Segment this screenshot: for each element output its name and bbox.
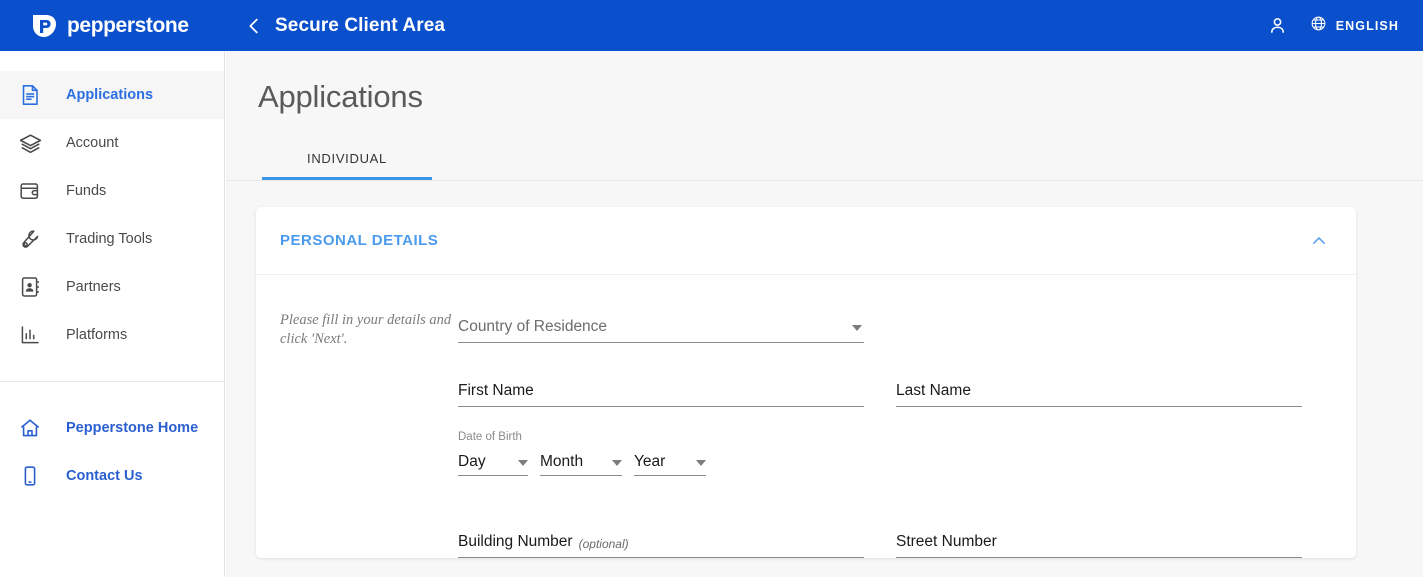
building-number-label: Building Number bbox=[458, 533, 573, 550]
sidebar-item-funds[interactable]: Funds bbox=[0, 167, 224, 215]
form-fields-column: Country of Residence First Name Last Nam… bbox=[458, 303, 1328, 558]
top-bar-actions: ENGLISH bbox=[1267, 15, 1423, 37]
sidebar-item-label: Contact Us bbox=[66, 468, 143, 484]
wrench-icon bbox=[14, 223, 46, 255]
last-name-label: Last Name bbox=[896, 382, 971, 399]
first-name-input[interactable]: First Name bbox=[458, 367, 864, 407]
sidebar-item-label: Pepperstone Home bbox=[66, 420, 199, 436]
field-row-name: First Name Last Name bbox=[458, 367, 1328, 407]
empty-slot bbox=[896, 303, 1302, 343]
sidebar-primary-group: Applications Account Funds Trading Tools… bbox=[0, 51, 224, 359]
mobile-phone-icon bbox=[14, 460, 46, 492]
row-spacer bbox=[458, 407, 1328, 431]
date-of-birth-group: Date of Birth Day Month Year bbox=[458, 431, 706, 476]
personal-details-card: PERSONAL DETAILS Please fill in your det… bbox=[256, 207, 1356, 558]
street-number-label: Street Number bbox=[896, 533, 997, 550]
sidebar: Applications Account Funds Trading Tools… bbox=[0, 51, 225, 577]
field-row-dob: Date of Birth Day Month Year bbox=[458, 431, 1328, 476]
top-bar: pepperstone Secure Client Area ENGLISH bbox=[0, 0, 1423, 51]
dob-year-value: Year bbox=[634, 453, 666, 470]
person-icon[interactable] bbox=[1267, 15, 1288, 36]
sidebar-item-account[interactable]: Account bbox=[0, 119, 224, 167]
sidebar-item-label: Partners bbox=[66, 279, 121, 295]
dob-month-select[interactable]: Month bbox=[540, 446, 622, 476]
caret-down-icon bbox=[612, 460, 622, 466]
contact-book-icon bbox=[14, 271, 46, 303]
wallet-icon bbox=[14, 175, 46, 207]
sidebar-item-label: Trading Tools bbox=[66, 231, 153, 247]
language-label: ENGLISH bbox=[1335, 18, 1399, 33]
home-icon bbox=[14, 412, 46, 444]
sidebar-item-applications[interactable]: Applications bbox=[0, 71, 224, 119]
brand-logo[interactable]: pepperstone bbox=[0, 0, 225, 51]
last-name-input[interactable]: Last Name bbox=[896, 367, 1302, 407]
main-content: Applications INDIVIDUAL PERSONAL DETAILS… bbox=[226, 51, 1423, 577]
caret-down-icon bbox=[696, 460, 706, 466]
chevron-left-icon[interactable] bbox=[241, 13, 267, 39]
caret-down-icon bbox=[852, 325, 862, 331]
sidebar-item-pepperstone-home[interactable]: Pepperstone Home bbox=[0, 404, 224, 452]
layers-icon bbox=[14, 127, 46, 159]
sidebar-item-label: Funds bbox=[66, 183, 107, 199]
sidebar-item-label: Applications bbox=[66, 87, 154, 103]
country-of-residence-select[interactable]: Country of Residence bbox=[458, 303, 864, 343]
tab-label: INDIVIDUAL bbox=[307, 151, 387, 166]
field-row-address: Building Number (optional) Street Number bbox=[458, 518, 1328, 558]
section-title: PERSONAL DETAILS bbox=[280, 232, 439, 249]
dob-year-select[interactable]: Year bbox=[634, 446, 706, 476]
document-icon bbox=[14, 79, 46, 111]
sidebar-item-label: Account bbox=[66, 135, 119, 151]
building-number-input[interactable]: Building Number (optional) bbox=[458, 518, 864, 558]
dob-month-value: Month bbox=[540, 453, 584, 470]
sidebar-item-label: Platforms bbox=[66, 327, 128, 343]
dob-day-select[interactable]: Day bbox=[458, 446, 528, 476]
first-name-label: First Name bbox=[458, 382, 534, 399]
sidebar-secondary-group: Pepperstone Home Contact Us bbox=[0, 382, 224, 500]
page-context-title: Secure Client Area bbox=[275, 14, 446, 36]
date-of-birth-label: Date of Birth bbox=[458, 431, 522, 443]
row-spacer bbox=[458, 343, 1328, 367]
country-of-residence-label: Country of Residence bbox=[458, 318, 608, 335]
dob-day-value: Day bbox=[458, 453, 486, 470]
pepperstone-shield-logo bbox=[30, 12, 58, 40]
page-title: Applications bbox=[258, 79, 423, 114]
building-number-optional-note: (optional) bbox=[578, 537, 629, 551]
sidebar-item-platforms[interactable]: Platforms bbox=[0, 311, 224, 359]
sidebar-item-partners[interactable]: Partners bbox=[0, 263, 224, 311]
date-of-birth-selects: Day Month Year bbox=[458, 446, 706, 476]
sidebar-item-trading-tools[interactable]: Trading Tools bbox=[0, 215, 224, 263]
language-selector[interactable]: ENGLISH bbox=[1310, 15, 1399, 37]
personal-details-form: Please fill in your details and click 'N… bbox=[256, 275, 1356, 558]
personal-details-header[interactable]: PERSONAL DETAILS bbox=[256, 207, 1356, 275]
form-helper-text: Please fill in your details and click 'N… bbox=[280, 312, 452, 347]
brand-name: pepperstone bbox=[67, 13, 189, 37]
chevron-up-icon[interactable] bbox=[1310, 232, 1328, 250]
street-number-input[interactable]: Street Number bbox=[896, 518, 1302, 558]
tab-individual[interactable]: INDIVIDUAL bbox=[262, 137, 432, 180]
caret-down-icon bbox=[518, 460, 528, 466]
field-row-country: Country of Residence bbox=[458, 303, 1328, 343]
tab-bar: INDIVIDUAL bbox=[226, 137, 1423, 181]
row-spacer bbox=[458, 476, 1328, 518]
bar-chart-icon bbox=[14, 319, 46, 351]
sidebar-item-contact-us[interactable]: Contact Us bbox=[0, 452, 224, 500]
globe-icon bbox=[1310, 15, 1327, 37]
form-helper-column: Please fill in your details and click 'N… bbox=[280, 303, 458, 558]
